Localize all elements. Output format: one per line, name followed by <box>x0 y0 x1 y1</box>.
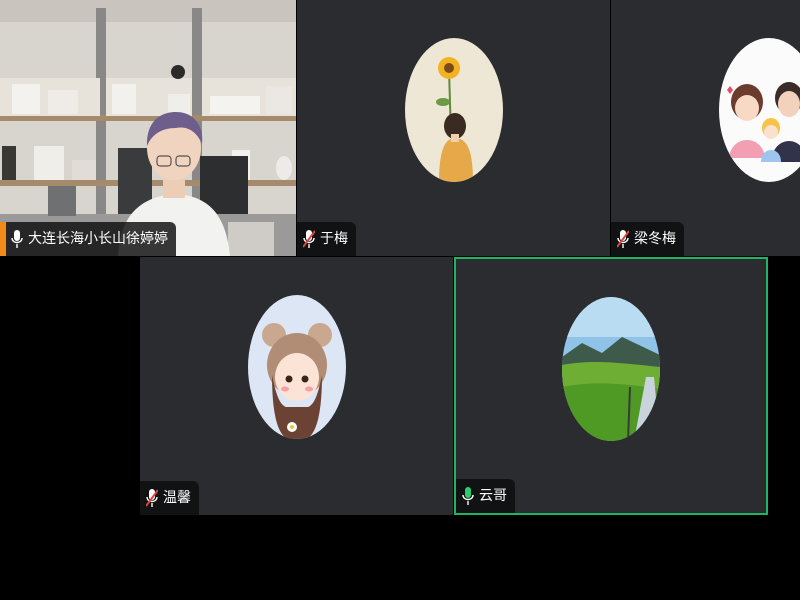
microphone-icon[interactable] <box>11 229 23 249</box>
avatar <box>562 297 660 441</box>
video-tile-participant-4[interactable]: 温馨 <box>140 257 453 515</box>
video-tile-participant-2[interactable]: 于梅 <box>297 0 610 256</box>
microphone-speaking-icon[interactable] <box>462 486 474 506</box>
participant-name: 大连长海小长山徐婷婷 <box>28 231 168 247</box>
video-tile-participant-5[interactable]: 云哥 <box>454 257 768 515</box>
participant-nametag: 梁冬梅 <box>611 222 684 256</box>
avatar <box>719 38 800 182</box>
video-feed-scene <box>0 0 296 256</box>
participant-name: 梁冬梅 <box>634 231 676 247</box>
microphone-muted-icon[interactable] <box>146 488 158 508</box>
participant-nametag: 云哥 <box>456 479 515 513</box>
video-tile-participant-1[interactable]: 大连长海小长山徐婷婷 <box>0 0 296 256</box>
participant-name: 云哥 <box>479 488 507 504</box>
microphone-muted-icon[interactable] <box>617 229 629 249</box>
avatar <box>405 38 503 182</box>
participant-name: 于梅 <box>320 231 348 247</box>
participant-nametag: 温馨 <box>140 481 199 515</box>
participant-nametag: 大连长海小长山徐婷婷 <box>6 222 176 256</box>
video-tile-participant-3[interactable]: 梁冬梅 <box>611 0 800 256</box>
avatar <box>248 295 346 439</box>
microphone-muted-icon[interactable] <box>303 229 315 249</box>
participant-name: 温馨 <box>163 490 191 506</box>
participant-nametag: 于梅 <box>297 222 356 256</box>
